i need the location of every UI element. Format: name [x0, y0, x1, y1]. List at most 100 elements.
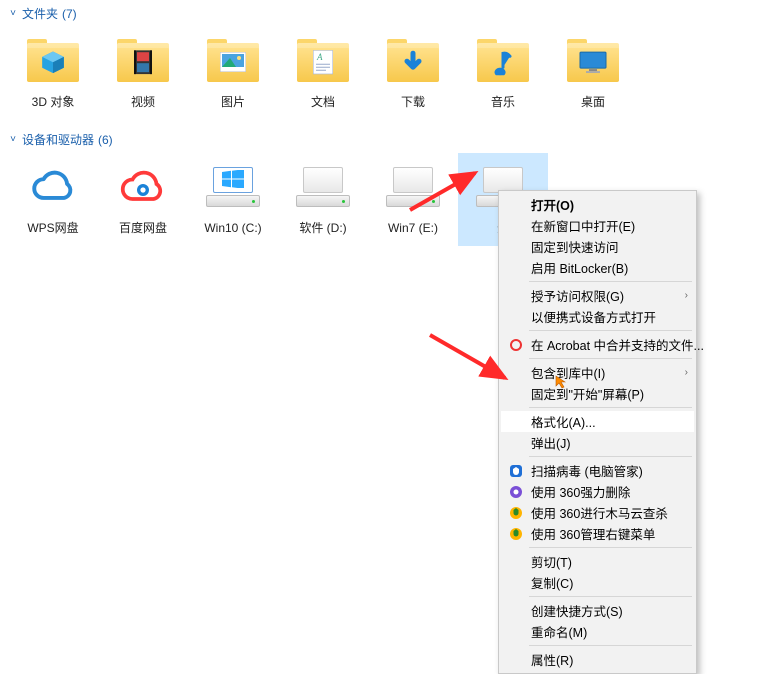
folder-icon — [113, 33, 173, 89]
folder-3d-objects[interactable]: 3D 对象 — [8, 27, 98, 120]
section-header-drives[interactable]: ˅ 设备和驱动器 (6) — [0, 126, 775, 151]
menu-item[interactable]: 使用 360管理右键菜单 — [501, 523, 694, 544]
music-icon — [492, 49, 514, 75]
360purple-icon — [508, 484, 524, 500]
menu-separator — [529, 330, 692, 331]
menu-item[interactable]: 使用 360进行木马云查杀 — [501, 502, 694, 523]
menu-item[interactable]: 使用 360强力删除 — [501, 481, 694, 502]
document-icon: A — [313, 50, 333, 74]
menu-item[interactable]: 打开(O) — [501, 194, 694, 215]
section-count: (7) — [62, 7, 77, 21]
menu-item[interactable]: 格式化(A)... — [501, 411, 694, 432]
chevron-down-icon: ˅ — [8, 8, 18, 19]
folders-row: 3D 对象 视频 图片 A — [0, 25, 775, 126]
menu-item-label: 使用 360进行木马云查杀 — [531, 503, 668, 522]
section-title: 设备和驱动器 — [22, 131, 94, 148]
folder-icon — [203, 33, 263, 89]
folder-label: 下载 — [401, 95, 425, 111]
svg-text:A: A — [316, 52, 323, 62]
drive-wps-cloud[interactable]: WPS网盘 — [8, 153, 98, 246]
menu-item[interactable]: 复制(C) — [501, 572, 694, 593]
folder-label: 文档 — [311, 95, 335, 111]
context-menu: 打开(O)在新窗口中打开(E)固定到快速访问启用 BitLocker(B) 授予访… — [498, 190, 697, 674]
menu-item-label: 扫描病毒 (电脑管家) — [531, 461, 643, 480]
drive-icon — [383, 159, 443, 215]
360yellow-icon — [508, 505, 524, 521]
menu-item[interactable]: 重命名(M) — [501, 621, 694, 642]
cube-icon — [40, 49, 66, 75]
menu-item[interactable]: 固定到快速访问 — [501, 236, 694, 257]
menu-item-label: 授予访问权限(G) — [531, 286, 624, 305]
photo-icon — [220, 52, 246, 72]
menu-separator — [529, 547, 692, 548]
menu-item-label: 弹出(J) — [531, 433, 571, 452]
folder-icon: A — [293, 33, 353, 89]
menu-separator — [529, 407, 692, 408]
folder-label: 3D 对象 — [32, 95, 75, 111]
drive-label: 百度网盘 — [119, 221, 167, 237]
menu-item[interactable]: 创建快捷方式(S) — [501, 600, 694, 621]
menu-item-label: 启用 BitLocker(B) — [531, 258, 628, 277]
folder-pictures[interactable]: 图片 — [188, 27, 278, 120]
menu-item-label: 重命名(M) — [531, 622, 587, 641]
drive-software-d[interactable]: 软件 (D:) — [278, 153, 368, 246]
menu-item[interactable]: 授予访问权限(G) › — [501, 285, 694, 306]
drive-label: WPS网盘 — [27, 221, 78, 237]
menu-item-label: 复制(C) — [531, 573, 573, 592]
folder-videos[interactable]: 视频 — [98, 27, 188, 120]
menu-item[interactable]: 启用 BitLocker(B) — [501, 257, 694, 278]
drive-baidu-cloud[interactable]: 百度网盘 — [98, 153, 188, 246]
drive-icon — [293, 159, 353, 215]
menu-item[interactable]: 弹出(J) — [501, 432, 694, 453]
chevron-down-icon: ˅ — [8, 134, 18, 145]
menu-item[interactable]: 在 Acrobat 中合并支持的文件... — [501, 334, 694, 355]
menu-item[interactable]: 以便携式设备方式打开 — [501, 306, 694, 327]
menu-item[interactable]: 扫描病毒 (电脑管家) — [501, 460, 694, 481]
menu-item-label: 剪切(T) — [531, 552, 572, 571]
chevron-right-icon: › — [685, 367, 688, 378]
360yellow-icon — [508, 526, 524, 542]
monitor-icon — [579, 51, 607, 73]
menu-separator — [529, 596, 692, 597]
folder-icon — [473, 33, 533, 89]
folder-icon — [23, 33, 83, 89]
folder-desktop[interactable]: 桌面 — [548, 27, 638, 120]
windows-logo-icon — [213, 167, 253, 193]
guanjia-icon — [508, 463, 524, 479]
drive-win7-e[interactable]: Win7 (E:) — [368, 153, 458, 246]
drive-label: Win10 (C:) — [204, 221, 261, 237]
menu-separator — [529, 358, 692, 359]
menu-item[interactable]: 包含到库中(I) › — [501, 362, 694, 383]
wps-cloud-icon — [23, 159, 83, 215]
folder-label: 视频 — [131, 95, 155, 111]
menu-item[interactable]: 剪切(T) — [501, 551, 694, 572]
menu-item-label: 使用 360管理右键菜单 — [531, 524, 655, 543]
folder-music[interactable]: 音乐 — [458, 27, 548, 120]
menu-item-label: 属性(R) — [531, 650, 573, 669]
menu-separator — [529, 645, 692, 646]
menu-item[interactable]: 属性(R) — [501, 649, 694, 670]
drive-icon — [203, 159, 263, 215]
drive-win10-c[interactable]: Win10 (C:) — [188, 153, 278, 246]
menu-item-label: 创建快捷方式(S) — [531, 601, 623, 620]
section-header-folders[interactable]: ˅ 文件夹 (7) — [0, 0, 775, 25]
folder-downloads[interactable]: 下载 — [368, 27, 458, 120]
chevron-right-icon: › — [685, 290, 688, 301]
folder-icon — [383, 33, 443, 89]
section-count: (6) — [98, 133, 113, 147]
menu-item-label: 固定到快速访问 — [531, 237, 619, 256]
baidu-cloud-icon — [113, 159, 173, 215]
folder-documents[interactable]: A 文档 — [278, 27, 368, 120]
drive-label: 软件 (D:) — [299, 221, 346, 237]
download-icon — [401, 50, 425, 74]
menu-item-label: 固定到"开始"屏幕(P) — [531, 384, 644, 403]
menu-item[interactable]: 在新窗口中打开(E) — [501, 215, 694, 236]
menu-item-label: 打开(O) — [531, 195, 574, 214]
folder-icon — [563, 33, 623, 89]
acrobat-icon — [508, 337, 524, 353]
menu-item-label: 使用 360强力删除 — [531, 482, 630, 501]
menu-item-label: 以便携式设备方式打开 — [531, 307, 656, 326]
menu-separator — [529, 456, 692, 457]
menu-item[interactable]: 固定到"开始"屏幕(P) — [501, 383, 694, 404]
menu-item-label: 包含到库中(I) — [531, 363, 605, 382]
